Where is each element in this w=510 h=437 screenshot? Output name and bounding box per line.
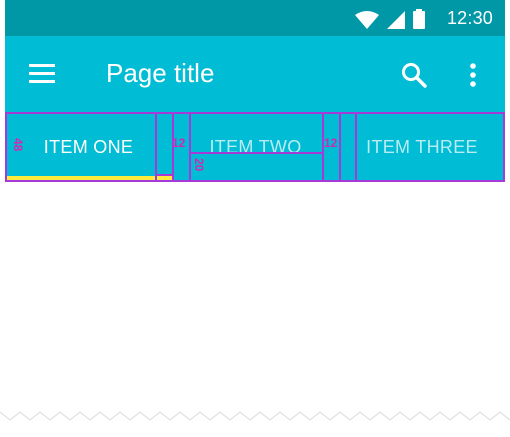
more-vert-icon: [470, 63, 476, 87]
page-title: Page title: [106, 58, 215, 88]
status-icons: [355, 9, 425, 29]
content-area: [5, 182, 505, 422]
wifi-icon: [355, 11, 379, 29]
battery-icon: [413, 9, 425, 29]
tab-bar: ITEM ONE ITEM TWO ITEM THREE: [5, 112, 505, 182]
status-time: 12:30: [446, 8, 493, 28]
phone-screen: 12:30 Page title ITEM ONE ITEM TWO ITEM …: [5, 0, 505, 437]
search-icon: [402, 63, 427, 88]
menu-button[interactable]: [29, 62, 57, 86]
selected-tab-indicator: [5, 176, 172, 180]
tab-item-one[interactable]: ITEM ONE: [5, 112, 172, 182]
more-options-button[interactable]: [467, 62, 479, 88]
torn-edge-divider: [0, 404, 510, 421]
cell-signal-icon: [387, 11, 405, 29]
search-button[interactable]: [401, 62, 427, 88]
tab-item-three[interactable]: ITEM THREE: [339, 112, 505, 182]
tab-item-two[interactable]: ITEM TWO: [172, 112, 339, 182]
app-bar: Page title: [5, 36, 505, 112]
status-bar: 12:30: [5, 0, 505, 36]
menu-icon: [29, 64, 55, 83]
